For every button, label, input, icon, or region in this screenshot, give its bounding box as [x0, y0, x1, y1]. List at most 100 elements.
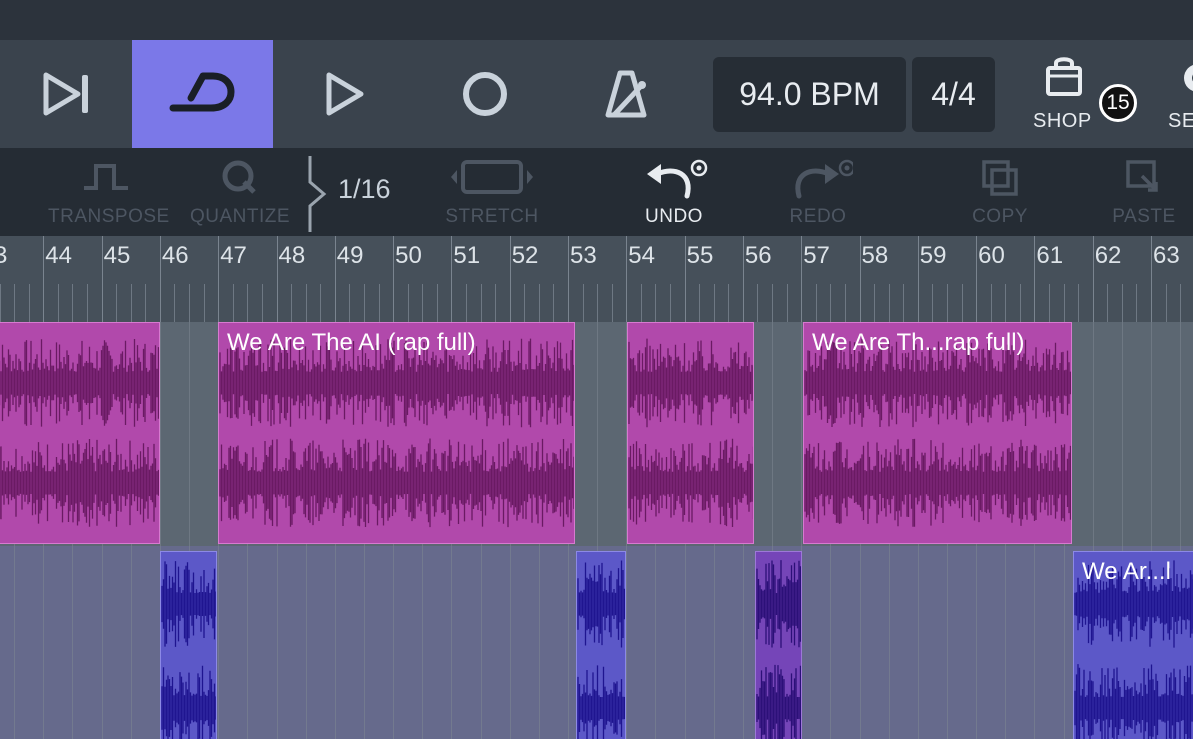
metronome-button[interactable] [555, 40, 696, 148]
status-bar [0, 0, 1193, 40]
audio-clip[interactable]: We Are Th...rap full) [803, 322, 1072, 544]
quantize-label: QUANTIZE [190, 206, 291, 227]
audio-clip[interactable] [627, 322, 754, 544]
transpose-label: TRANSPOSE [48, 206, 170, 227]
beat-tick [1078, 284, 1080, 322]
bar-line [101, 236, 103, 322]
bar-line [1151, 236, 1152, 322]
quantize-button[interactable]: QUANTIZE [190, 148, 290, 236]
beat-tick [1063, 284, 1065, 322]
skip-to-end-button[interactable] [0, 40, 132, 148]
redo-label: REDO [789, 206, 847, 227]
bar-line [568, 236, 569, 322]
play-button[interactable] [273, 40, 414, 148]
stretch-icon [451, 160, 533, 194]
bar-line [334, 236, 336, 322]
bar-number: 63 [1153, 242, 1180, 269]
loop-button[interactable] [132, 40, 273, 148]
beat-tick [261, 284, 263, 322]
settings-button[interactable]: SE [1160, 40, 1193, 148]
beat-tick [145, 284, 147, 322]
beat-tick [903, 284, 905, 322]
beat-tick [888, 284, 890, 322]
bar-line [1034, 236, 1036, 322]
audio-clip[interactable] [576, 551, 626, 739]
beat-tick [291, 284, 293, 322]
beat-tick [1180, 284, 1182, 322]
waveform-channel [756, 560, 801, 648]
bar-line [218, 236, 220, 322]
stretch-label: STRETCH [445, 206, 539, 227]
tempo-display[interactable]: 94.0 BPM [713, 57, 906, 132]
beat-tick [57, 284, 59, 322]
beat-tick [232, 284, 234, 322]
paste-label: PASTE [1112, 206, 1176, 227]
bar-number: 60 [978, 242, 1005, 269]
copy-button[interactable]: COPY [962, 148, 1038, 236]
bar-number: 58 [861, 242, 889, 269]
audio-clip[interactable]: We Ar...l [1073, 551, 1193, 739]
clip-title: We Are Th...rap full) [812, 329, 1025, 356]
time-signature-display[interactable]: 4/4 [912, 57, 995, 132]
beat-tick [305, 284, 307, 322]
bar-number: 3 [0, 242, 8, 269]
bar-number: 62 [1094, 242, 1122, 269]
beat-tick [772, 284, 774, 322]
grid-value: 1/16 [338, 174, 391, 204]
waveform-channel [577, 665, 625, 739]
audio-clip[interactable]: We Are The AI (rap full) [218, 322, 575, 544]
undo-button[interactable]: UNDO [630, 148, 718, 236]
beat-tick [247, 284, 249, 322]
beat-tick [363, 284, 365, 322]
grid-value-selector[interactable]: 1/16 [300, 148, 410, 236]
paste-button[interactable]: PASTE [1106, 148, 1182, 236]
stretch-button[interactable]: STRETCH [438, 148, 546, 236]
transpose-icon [83, 164, 128, 190]
beat-tick [990, 284, 992, 322]
bar-line [742, 236, 744, 322]
beat-tick [87, 284, 89, 322]
waveform-channel [756, 664, 801, 739]
bar-number: 61 [1036, 242, 1064, 269]
beat-tick [495, 284, 497, 322]
beat-tick [699, 284, 701, 322]
beat-tick [1019, 284, 1021, 322]
bar-number: 52 [511, 242, 539, 269]
beat-tick [1005, 284, 1007, 322]
transpose-button[interactable]: TRANSPOSE [48, 148, 170, 236]
waveform [161, 561, 216, 739]
beat-tick [640, 284, 642, 322]
beat-tick [116, 284, 118, 322]
bar-line [859, 236, 861, 322]
waveform-channel [577, 560, 625, 648]
audio-clip[interactable] [755, 551, 802, 739]
shopping-bag-icon [1046, 57, 1082, 96]
timeline-ruler[interactable]: 3 44 45 46 47 48 49 50 51 52 53 54 55 56 57 58 59 60 61 62 6… [0, 236, 1193, 322]
bar-line [276, 236, 278, 322]
beat-tick [203, 284, 205, 322]
beat-tick [655, 284, 657, 322]
bar-line [451, 236, 453, 322]
bar-number: 50 [395, 242, 422, 269]
shop-button[interactable]: SHOP [1020, 40, 1106, 148]
beat-tick [611, 284, 613, 322]
redo-button[interactable]: REDO [776, 148, 860, 236]
skip-to-end-icon [43, 72, 88, 116]
beat-tick [946, 284, 948, 322]
waveform-channel [0, 438, 159, 527]
record-button[interactable] [414, 40, 555, 148]
beat-tick [130, 284, 132, 322]
beat-tick [815, 284, 817, 322]
waveform-channel [628, 438, 753, 527]
beat-tick [436, 284, 438, 322]
bar-number: 53 [570, 242, 597, 269]
chevron-right-icon [308, 156, 327, 232]
audio-clip[interactable] [160, 551, 217, 739]
beat-tick [582, 284, 584, 322]
notification-badge: 15 [1099, 84, 1137, 122]
beat-tick [28, 284, 30, 322]
audio-clip[interactable] [0, 322, 160, 544]
beat-tick [830, 284, 832, 322]
gear-icon [1184, 64, 1193, 92]
beat-tick [378, 284, 380, 322]
